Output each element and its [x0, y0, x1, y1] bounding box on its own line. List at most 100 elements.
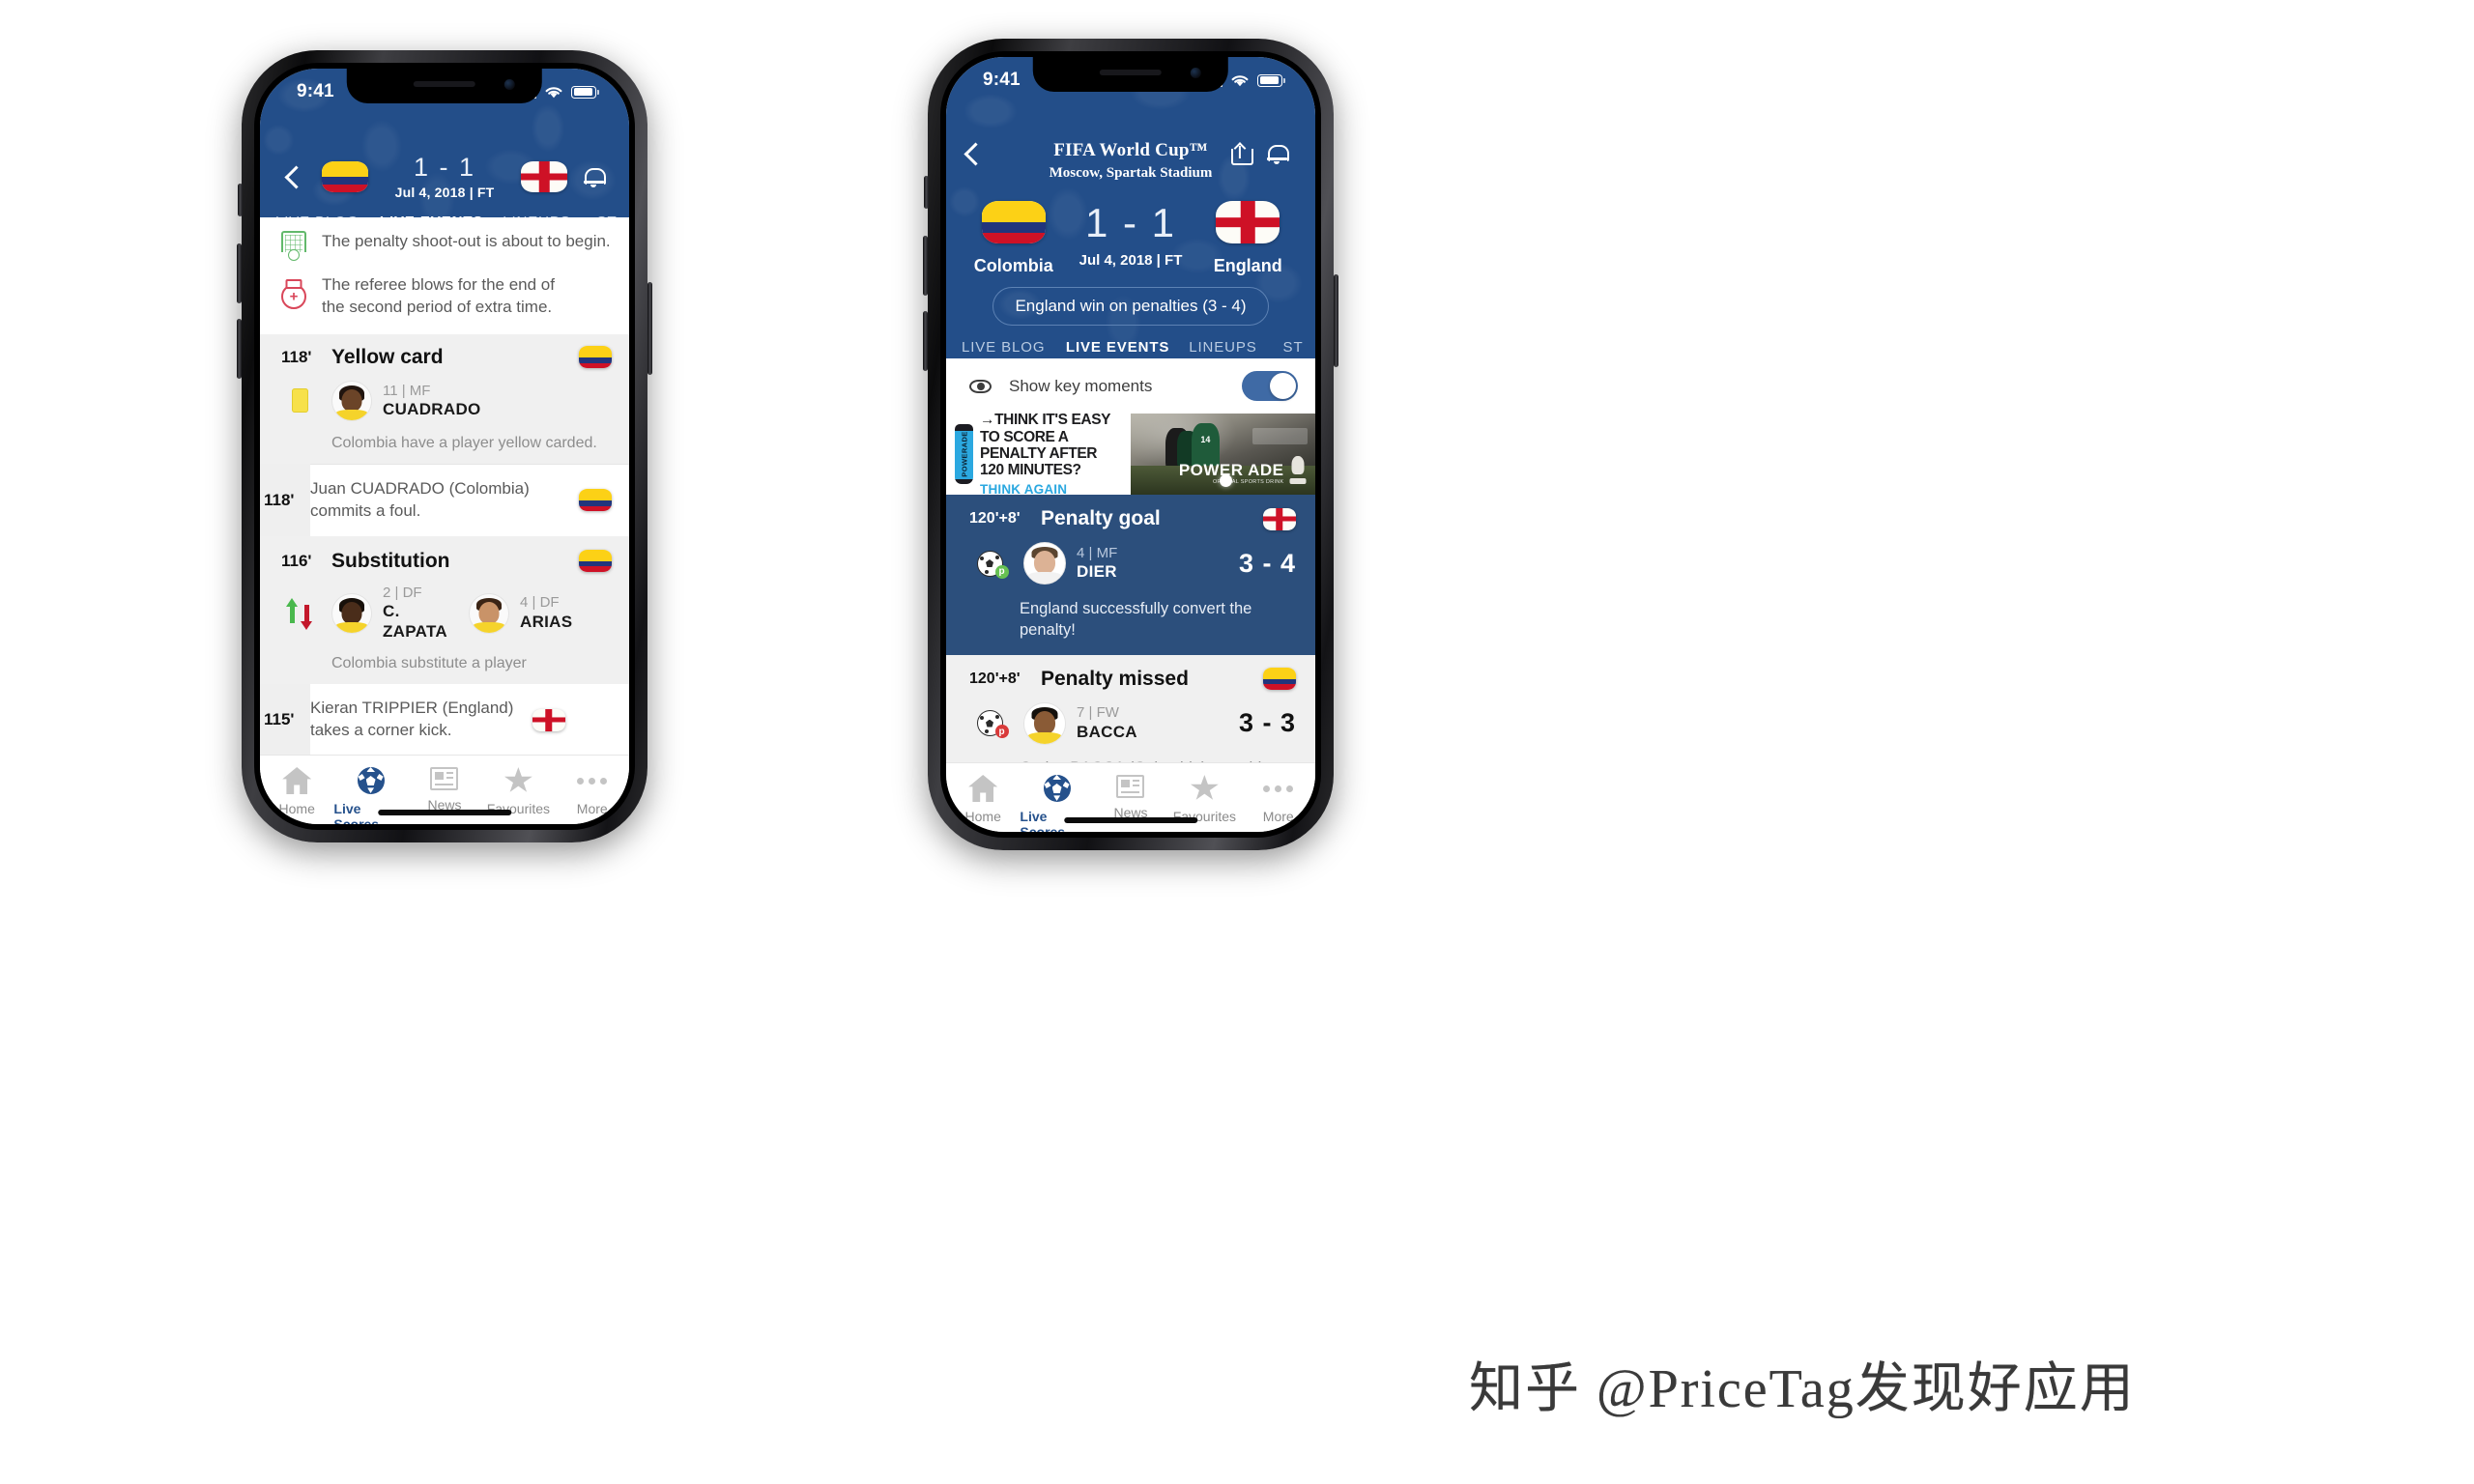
more-dots-icon [1263, 775, 1294, 802]
advertisement-banner[interactable]: POWERADE →THINK IT'S EASY TO SCORE A PEN… [946, 414, 1315, 495]
event-minute: 118' [281, 347, 312, 366]
tab-live-events[interactable]: LIVE EVENTS [374, 214, 488, 217]
player-name: CUADRADO [383, 399, 481, 418]
power-button[interactable] [647, 282, 652, 375]
event-minute: 118' [264, 490, 295, 509]
status-time: 9:41 [983, 70, 1021, 90]
player-arias[interactable]: 4 | DF ARIAS [469, 592, 572, 634]
yellow-card-icon [291, 388, 308, 414]
home-icon [282, 767, 312, 794]
tab-live-blog[interactable]: LIVE BLOG [946, 339, 1060, 358]
power-button[interactable] [1334, 274, 1338, 367]
event-title: Yellow card [331, 345, 444, 368]
away-team-name: England [1213, 256, 1282, 275]
right-phone-screen: 9:41 FIFA World Cup™ Moscow, Spartak Sta… [946, 57, 1315, 832]
event-team-flag-england [1263, 507, 1296, 530]
competition-name: FIFA World Cup™ [1053, 140, 1208, 160]
tab-lineups[interactable]: LINEUPS [1175, 339, 1271, 358]
venue-name: Moscow, Spartak Stadium [1049, 165, 1213, 181]
nav-home[interactable]: Home [260, 767, 333, 816]
world-cup-trophy-icon [1288, 456, 1308, 485]
substitution-icon [286, 597, 312, 630]
nav-news[interactable]: News [1094, 775, 1167, 820]
match-date-status: Jul 4, 2018 | FT [394, 185, 495, 201]
tab-live-events[interactable]: LIVE EVENTS [1060, 339, 1174, 358]
goal-net-icon [281, 231, 306, 262]
event-title: Penalty missed [1041, 667, 1189, 690]
away-team-block[interactable]: England [1207, 201, 1288, 276]
scoreline: 1 - 1 Jul 4, 2018 | FT [1079, 201, 1183, 270]
player-number-position: 2 | DF [383, 584, 422, 601]
tab-stats[interactable]: ST [585, 214, 629, 217]
powerade-logo: POWER ADE OFFICIAL SPORTS DRINK [1179, 462, 1284, 485]
show-key-moments-toggle[interactable] [1242, 371, 1298, 401]
notifications-button[interactable] [577, 166, 610, 188]
player-dier[interactable]: 4 | MF DIER [1023, 542, 1117, 585]
volume-up-button[interactable] [923, 236, 928, 296]
back-button[interactable] [279, 165, 312, 189]
mute-switch[interactable] [238, 184, 243, 216]
tab-lineups[interactable]: LINEUPS [489, 214, 585, 217]
home-team-flag-colombia [981, 201, 1046, 243]
home-indicator[interactable] [1064, 817, 1197, 823]
player-name: BACCA [1077, 722, 1137, 741]
ad-copy-area: POWERADE →THINK IT'S EASY TO SCORE A PEN… [946, 414, 1131, 495]
nav-news[interactable]: News [408, 767, 481, 813]
home-team-flag-colombia[interactable] [322, 161, 368, 193]
ad-brand-sub: OFFICIAL SPORTS DRINK [1212, 478, 1284, 485]
avatar [331, 592, 372, 634]
event-note-penalty-shootout[interactable]: The penalty shoot-out is about to begin. [260, 217, 629, 265]
ad-headline: →THINK IT'S EASY TO SCORE A PENALTY AFTE… [980, 414, 1110, 479]
event-substitution-colombia[interactable]: 116' Substitution 2 | DF C. ZAPATA 4 | D… [260, 535, 629, 685]
avatar [1023, 701, 1066, 745]
event-penalty-goal[interactable]: 120'+8' Penalty goal p 4 | MF DIER 3 - 4… [946, 495, 1315, 655]
home-team-block[interactable]: Colombia [973, 201, 1054, 276]
show-key-moments-row[interactable]: Show key moments [946, 358, 1315, 414]
volume-up-button[interactable] [237, 243, 242, 303]
player-number-position: 4 | MF [1077, 544, 1118, 561]
player-zapata[interactable]: 2 | DF C. ZAPATA [331, 585, 455, 642]
right-event-list[interactable]: Show key moments POWERADE →THINK IT'S EA… [946, 358, 1315, 774]
event-player-row: 2 | DF C. ZAPATA 4 | DF ARIAS [281, 585, 612, 642]
volume-down-button[interactable] [923, 311, 928, 371]
event-yellow-card[interactable]: 118' Yellow card 11 | MF CUADRADO Colomb… [260, 333, 629, 464]
away-team-flag-england[interactable] [521, 161, 567, 193]
event-foul[interactable]: 118' Juan CUADRADO (Colombia) commits a … [264, 463, 629, 536]
left-phone-bezel: 9:41 1 - 1 Jul 4, 2018 | FT The penalty … [254, 63, 635, 830]
event-header: 120'+8' Penalty goal [969, 507, 1296, 530]
nav-live-scores[interactable]: Live Scores [1020, 775, 1093, 832]
penalties-result-badge: England win on penalties (3 - 4) [992, 287, 1269, 326]
right-scoreboard: Colombia 1 - 1 Jul 4, 2018 | FT England [946, 201, 1315, 276]
earpiece-speaker [413, 81, 475, 87]
nav-live-scores[interactable]: Live Scores [333, 767, 407, 824]
left-scoreline[interactable]: 1 - 1 Jul 4, 2018 | FT [378, 154, 511, 201]
eye-icon [969, 379, 992, 393]
event-text: The penalty shoot-out is about to begin. [322, 232, 611, 250]
event-penalty-missed[interactable]: 120'+8' Penalty missed p 7 | FW BACCA 3 … [946, 654, 1315, 774]
event-corner-kick[interactable]: 115' Kieran TRIPPIER (England) takes a c… [264, 684, 629, 756]
event-note-referee-whistle[interactable]: + The referee blows for the end of the s… [260, 264, 629, 334]
left-event-list[interactable]: The penalty shoot-out is about to begin.… [260, 217, 629, 770]
mute-switch[interactable] [924, 176, 929, 209]
tab-stats[interactable]: ST [1271, 339, 1315, 358]
avatar [1023, 542, 1066, 585]
notch [1032, 57, 1229, 92]
event-description: England successfully convert the penalty… [1020, 600, 1252, 640]
player-cuadrado[interactable]: 11 | MF CUADRADO [331, 380, 481, 421]
nav-home[interactable]: Home [946, 775, 1020, 824]
event-player-row: p 4 | MF DIER 3 - 4 [969, 542, 1296, 585]
football-icon [357, 767, 385, 794]
penalty-score: 3 - 3 [1238, 708, 1296, 738]
home-indicator[interactable] [378, 810, 511, 815]
chevron-left-icon [283, 165, 308, 189]
ad-image: POWER ADE OFFICIAL SPORTS DRINK [1131, 414, 1315, 495]
nav-more[interactable]: More [1242, 775, 1315, 824]
tab-live-blog[interactable]: LIVE BLOG [260, 214, 374, 217]
ad-cta[interactable]: THINK AGAIN [980, 482, 1111, 495]
nav-more[interactable]: More [556, 767, 629, 816]
event-title: Penalty goal [1041, 507, 1161, 529]
event-team-flag-colombia [579, 346, 612, 369]
volume-down-button[interactable] [237, 319, 242, 379]
player-bacca[interactable]: 7 | FW BACCA [1023, 701, 1137, 745]
left-phone-screen: 9:41 1 - 1 Jul 4, 2018 | FT The penalty … [260, 69, 629, 824]
